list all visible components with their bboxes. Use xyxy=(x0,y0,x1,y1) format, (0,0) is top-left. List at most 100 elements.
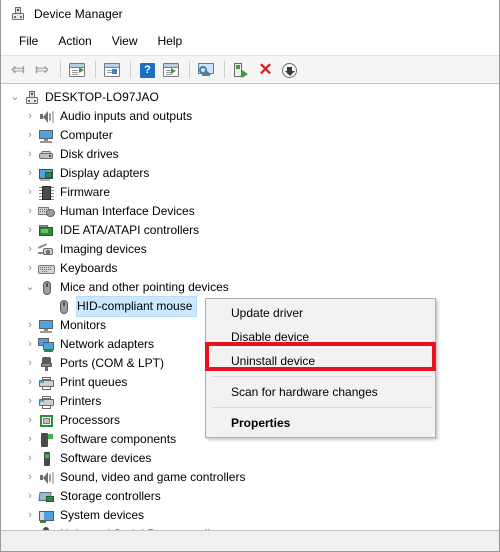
chevron-right-icon[interactable]: › xyxy=(22,259,38,278)
chevron-right-icon[interactable]: › xyxy=(22,126,38,145)
chevron-right-icon[interactable]: › xyxy=(22,183,38,202)
tree-item-storage-controllers[interactable]: › Storage controllers xyxy=(1,487,499,506)
chip-icon xyxy=(38,185,55,201)
tree-item-disk-drives[interactable]: › Disk drives xyxy=(1,145,499,164)
keyboard-icon xyxy=(38,261,55,277)
tree-item-label: Network adapters xyxy=(60,337,155,351)
scan-for-hardware-changes-icon[interactable] xyxy=(230,59,252,81)
chevron-right-icon[interactable]: › xyxy=(22,411,38,430)
chevron-right-icon[interactable]: › xyxy=(22,107,38,126)
chevron-right-icon[interactable]: › xyxy=(22,506,38,525)
tree-item-label: Audio inputs and outputs xyxy=(60,109,193,123)
device-manager-icon xyxy=(10,6,26,22)
title-bar: Device Manager xyxy=(1,0,499,28)
uninstall-device-icon[interactable]: ✕ xyxy=(254,59,276,81)
chevron-right-icon[interactable]: › xyxy=(22,449,38,468)
tree-root-item[interactable]: ⌄ DESKTOP-LO97JAO xyxy=(1,88,499,107)
chevron-right-icon[interactable]: › xyxy=(22,525,38,530)
monitor-icon xyxy=(38,318,55,334)
tree-item-label-selected: HID-compliant mouse xyxy=(75,296,198,317)
tree-item-firmware[interactable]: › Firmware xyxy=(1,183,499,202)
software-device-icon xyxy=(38,451,55,467)
tree-item-display-adapters[interactable]: › Display adapters xyxy=(1,164,499,183)
menu-view[interactable]: View xyxy=(102,31,148,51)
status-bar xyxy=(1,530,499,551)
tree-item-label: Imaging devices xyxy=(60,242,147,256)
show-hide-console-tree-icon[interactable] xyxy=(66,59,88,81)
chevron-right-icon[interactable]: › xyxy=(22,202,38,221)
chevron-right-icon[interactable]: › xyxy=(22,392,38,411)
tree-item-label: Storage controllers xyxy=(60,489,161,503)
port-icon xyxy=(38,356,55,372)
processor-icon xyxy=(38,413,55,429)
tree-item-label: Universal Serial Bus controllers xyxy=(60,525,231,530)
chevron-right-icon[interactable]: › xyxy=(22,145,38,164)
chevron-right-icon[interactable]: › xyxy=(22,468,38,487)
back-arrow-icon[interactable]: ⤆ xyxy=(7,59,29,81)
chevron-right-icon[interactable]: › xyxy=(22,354,38,373)
tree-item-label: Display adapters xyxy=(60,166,150,180)
imaging-device-icon xyxy=(37,242,55,258)
usb-icon xyxy=(38,526,55,530)
chevron-right-icon[interactable]: › xyxy=(22,487,38,506)
display-adapter-icon xyxy=(38,166,55,182)
tree-item-software-devices[interactable]: › Software devices xyxy=(1,449,499,468)
toolbar-separator xyxy=(60,61,61,78)
update-driver-icon[interactable] xyxy=(195,59,217,81)
network-adapter-icon xyxy=(38,337,55,353)
chevron-down-icon[interactable]: ⌄ xyxy=(22,278,38,297)
menu-file[interactable]: File xyxy=(9,31,48,51)
show-hide-action-pane-icon[interactable] xyxy=(160,59,182,81)
menu-help[interactable]: Help xyxy=(148,31,193,51)
ide-controller-icon xyxy=(38,223,55,239)
printer-icon xyxy=(38,394,55,410)
chevron-right-icon[interactable]: › xyxy=(22,164,38,183)
toolbar-separator xyxy=(189,61,190,78)
speaker-icon xyxy=(38,109,55,125)
tree-item-label: System devices xyxy=(60,508,145,522)
context-menu-item-properties[interactable]: Properties xyxy=(206,411,435,435)
tree-item-label: Firmware xyxy=(60,185,110,199)
context-menu-item-update-driver[interactable]: Update driver xyxy=(206,301,435,325)
tree-item-label: Printers xyxy=(60,394,102,408)
tree-item-keyboards[interactable]: › Keyboards xyxy=(1,259,499,278)
disk-drive-icon xyxy=(38,147,55,163)
chevron-down-icon[interactable]: ⌄ xyxy=(7,88,23,107)
context-menu-item-disable-device[interactable]: Disable device xyxy=(206,325,435,349)
forward-arrow-icon[interactable]: ⤇ xyxy=(31,59,53,81)
tree-item-imaging-devices[interactable]: › Imaging devices xyxy=(1,240,499,259)
speaker-icon xyxy=(38,470,55,486)
tree-item-mice[interactable]: ⌄ Mice and other pointing devices xyxy=(1,278,499,297)
device-manager-window: Device Manager File Action View Help ⤆ ⤇… xyxy=(0,0,500,552)
properties-icon[interactable] xyxy=(101,59,123,81)
chevron-right-icon[interactable]: › xyxy=(22,221,38,240)
tree-item-ide-controllers[interactable]: › IDE ATA/ATAPI controllers xyxy=(1,221,499,240)
chevron-right-icon[interactable]: › xyxy=(22,373,38,392)
chevron-right-icon[interactable]: › xyxy=(22,430,38,449)
help-icon[interactable]: ? xyxy=(136,59,158,81)
tree-item-label: Print queues xyxy=(60,375,128,389)
monitor-icon xyxy=(38,128,55,144)
tree-item-usb-controllers[interactable]: › Universal Serial Bus controllers xyxy=(1,525,499,530)
tree-item-label: Disk drives xyxy=(60,147,119,161)
tree-item-audio[interactable]: › Audio inputs and outputs xyxy=(1,107,499,126)
window-title: Device Manager xyxy=(34,7,123,21)
context-menu-item-scan-for-hardware-changes[interactable]: Scan for hardware changes xyxy=(206,380,435,404)
tree-item-label: Sound, video and game controllers xyxy=(60,470,246,484)
tree-item-label: Monitors xyxy=(60,318,107,332)
chevron-right-icon[interactable]: › xyxy=(22,335,38,354)
tree-item-sound-video-game[interactable]: › Sound, video and game controllers xyxy=(1,468,499,487)
tree-root-label: DESKTOP-LO97JAO xyxy=(45,90,159,104)
chevron-right-icon[interactable]: › xyxy=(22,240,38,259)
context-menu-separator xyxy=(212,376,432,377)
disable-device-icon[interactable] xyxy=(278,59,300,81)
context-menu-item-uninstall-device[interactable]: Uninstall device xyxy=(206,349,435,373)
menu-action[interactable]: Action xyxy=(48,31,101,51)
tree-item-computer[interactable]: › Computer xyxy=(1,126,499,145)
tree-item-label: Software components xyxy=(60,432,177,446)
tree-item-label: IDE ATA/ATAPI controllers xyxy=(60,223,200,237)
chevron-right-icon[interactable]: › xyxy=(22,316,38,335)
toolbar-separator xyxy=(95,61,96,78)
tree-item-hid[interactable]: › Human Interface Devices xyxy=(1,202,499,221)
tree-item-system-devices[interactable]: › System devices xyxy=(1,506,499,525)
